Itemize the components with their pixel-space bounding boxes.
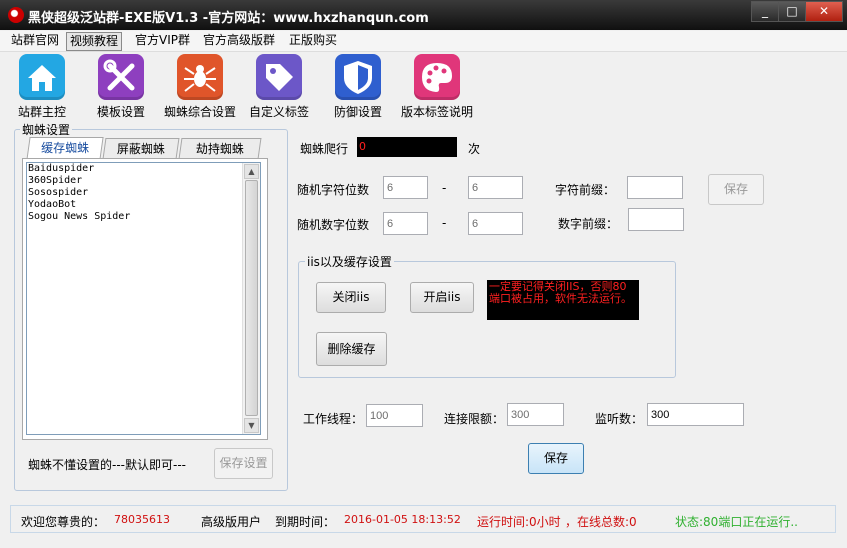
random-chars-min-input[interactable] — [383, 176, 428, 199]
app-logo-icon — [8, 7, 24, 23]
toolbar-label: 防御设置 — [333, 105, 382, 119]
toolbar-spider-settings[interactable]: 蜘蛛综合设置 — [162, 54, 238, 120]
close-iis-button[interactable]: 关闭iis — [316, 282, 386, 313]
listen-count-input[interactable] — [647, 403, 744, 426]
save-settings-button[interactable]: 保存设置 — [214, 448, 273, 479]
user-type: 高级版用户 — [201, 515, 262, 529]
user-id: 78035613 — [114, 513, 170, 526]
welcome-label: 欢迎您尊贵的： — [21, 515, 106, 529]
runtime: 运行时间:0小时 — [477, 515, 561, 529]
scroll-up-icon[interactable]: ▲ — [244, 164, 259, 179]
tab-cache-spider[interactable]: 缓存蜘蛛 — [26, 137, 104, 160]
close-button[interactable]: ✕ — [805, 1, 843, 22]
spider-list[interactable]: Baiduspider 360Spider Sosospider YodaoBo… — [26, 162, 261, 435]
spider-settings-title: 蜘蛛设置 — [20, 121, 73, 138]
char-prefix-label: 字符前缀： — [555, 183, 616, 197]
menu-advanced-group[interactable]: 官方高级版群 — [200, 32, 278, 49]
spider-hint: 蜘蛛不懂设置的---默认即可--- — [28, 458, 186, 472]
status-text: 状态:80端口正在运行.. — [675, 515, 798, 529]
menu-site-official[interactable]: 站群官网 — [8, 32, 62, 49]
connection-limit-input[interactable] — [507, 403, 564, 426]
open-iis-button[interactable]: 开启iis — [410, 282, 474, 313]
online-count: ，在线总数:0 — [565, 515, 637, 529]
window-title: 黑侠超级泛站群-EXE版V1.3 -官方网站：www.hxzhanqun.com — [28, 11, 429, 26]
toolbar-custom-tags[interactable]: 自定义标签 — [246, 54, 312, 120]
home-icon — [19, 54, 65, 100]
menu-bar: 站群官网 视频教程 官方VIP群 官方高级版群 正版购买 — [0, 31, 847, 52]
expire-time: 2016-01-05 18:13:52 — [344, 513, 461, 526]
listen-count-label: 监听数： — [595, 412, 644, 426]
menu-vip-group[interactable]: 官方VIP群 — [132, 32, 193, 49]
toolbar-label: 自定义标签 — [248, 105, 309, 119]
work-threads-input[interactable] — [366, 404, 423, 427]
shield-icon — [335, 54, 381, 100]
toolbar-label: 版本标签说明 — [400, 105, 473, 119]
tools-icon — [98, 54, 144, 100]
random-digits-label: 随机数字位数 — [297, 218, 370, 232]
list-item[interactable]: YodaoBot — [27, 199, 260, 211]
tab-block-spider[interactable]: 屏蔽蜘蛛 — [102, 138, 180, 159]
save-button[interactable]: 保存 — [708, 174, 764, 205]
tab-hijack-spider[interactable]: 劫持蜘蛛 — [178, 138, 262, 159]
minimize-button[interactable]: _ — [751, 1, 779, 22]
palette-icon — [414, 54, 460, 100]
crawl-label: 蜘蛛爬行 — [300, 142, 349, 156]
tag-icon — [256, 54, 302, 100]
list-item[interactable]: Baiduspider — [27, 163, 260, 175]
digit-prefix-input[interactable] — [628, 208, 684, 231]
random-digits-max-input[interactable] — [468, 212, 523, 235]
toolbar-label: 站群主控 — [17, 105, 66, 119]
random-digits-min-input[interactable] — [383, 212, 428, 235]
toolbar-version-tags-help[interactable]: 版本标签说明 — [398, 54, 476, 120]
title-bar: 黑侠超级泛站群-EXE版V1.3 -官方网站：www.hxzhanqun.com… — [0, 0, 847, 30]
list-item[interactable]: 360Spider — [27, 175, 260, 187]
toolbar-template-settings[interactable]: 模板设置 — [92, 54, 150, 120]
list-item[interactable]: Sosospider — [27, 187, 260, 199]
char-prefix-input[interactable] — [627, 176, 683, 199]
scroll-down-icon[interactable]: ▼ — [244, 418, 259, 433]
expire-label: 到期时间： — [275, 515, 336, 529]
work-threads-label: 工作线程： — [303, 412, 364, 426]
list-scrollbar[interactable]: ▲ ▼ — [242, 163, 260, 434]
toolbar-defense-settings[interactable]: 防御设置 — [330, 54, 386, 120]
toolbar-label: 蜘蛛综合设置 — [163, 105, 236, 119]
spider-icon — [177, 54, 223, 100]
save-button[interactable]: 保存 — [528, 443, 584, 474]
menu-video-tutorial[interactable]: 视频教程 — [66, 32, 123, 51]
digit-prefix-label: 数字前缀： — [558, 217, 619, 231]
range-separator: - — [442, 216, 447, 230]
menu-buy-license[interactable]: 正版购买 — [286, 32, 340, 49]
crawl-count: 0 — [357, 137, 457, 157]
scroll-thumb[interactable] — [245, 180, 258, 416]
connection-limit-label: 连接限额： — [444, 412, 505, 426]
list-item[interactable]: Sogou News Spider — [27, 211, 260, 223]
toolbar-label: 模板设置 — [96, 105, 145, 119]
clear-cache-button[interactable]: 删除缓存 — [316, 332, 387, 366]
crawl-unit: 次 — [468, 142, 481, 156]
random-chars-label: 随机字符位数 — [297, 183, 370, 197]
iis-cache-title: iis以及缓存设置 — [305, 253, 394, 270]
random-chars-max-input[interactable] — [468, 176, 523, 199]
maximize-button[interactable]: □ — [778, 1, 806, 22]
toolbar-site-control[interactable]: 站群主控 — [14, 54, 70, 120]
range-separator: - — [442, 181, 447, 195]
iis-warning: 一定要记得关闭IIS，否则80端口被占用，软件无法运行。 — [487, 280, 639, 320]
